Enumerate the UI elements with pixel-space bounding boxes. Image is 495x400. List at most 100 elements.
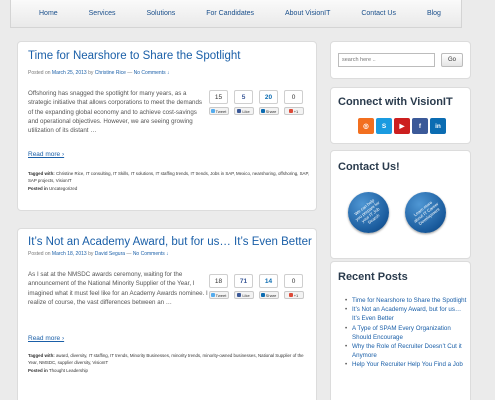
nav-home[interactable]: Home [39,10,58,17]
recent-post-link[interactable]: Why the Role of Recruiter Doesn’t Cut it… [345,342,467,360]
post-excerpt: As I sat at the NMSDC awards ceremony, w… [28,271,208,306]
share-buttons: 18 Tweet 71 Like 14 Share 0 +1 [208,274,304,299]
career-development-badge[interactable]: Learn more about IT Career Development [405,192,446,233]
connect-widget: Connect with VisionIT ◎ S ▶ f in [330,87,471,144]
nav-solutions[interactable]: Solutions [146,10,175,17]
like-widget: 5 Like [233,90,254,115]
meta-dash: — [127,70,133,76]
rss-icon[interactable]: ◎ [358,118,374,134]
recent-post-link[interactable]: Time for Nearshore to Share the Spotligh… [345,296,467,305]
nav-contact[interactable]: Contact Us [361,10,396,17]
tweet-count: 18 [209,274,228,288]
google-plus-button[interactable]: +1 [283,107,304,115]
connect-title: Connect with VisionIT [338,96,453,108]
career-development-badge-text: Learn more about IT Career Development [412,199,441,227]
contact-title: Contact Us! [338,161,400,173]
tags-label: Tagged with: [28,171,55,176]
nav-about[interactable]: About VisionIT [285,10,330,17]
linkedin-icon [260,293,265,297]
blog-post: It’s Not an Academy Award, but for us… I… [17,228,317,400]
google-plus-label: +1 [293,108,299,114]
read-more-link[interactable]: Read more › [28,151,64,158]
meta-dash: — [126,251,132,257]
read-more-link[interactable]: Read more › [28,335,64,342]
post-tags: Tagged with: Christine Rice, IT consulti… [28,170,313,192]
recent-post-link[interactable]: A Type of SPAM Every Organization Should… [345,324,467,342]
tags-list[interactable]: award, diversity, IT staffing, IT trends… [28,353,304,365]
posted-on-label: Posted on [28,251,51,257]
like-label: Like [242,108,250,114]
post-meta: Posted on March 25, 2013 by Christine Ri… [28,70,169,76]
like-button[interactable]: Like [233,107,254,115]
recent-post-link[interactable]: Help Your Recruiter Help You Find a Job [345,360,467,369]
search-go-button[interactable]: Go [441,53,463,67]
google-plus-button[interactable]: +1 [283,291,304,299]
google-plus-label: +1 [293,292,299,298]
posted-in-label: Posted in [28,185,48,191]
post-date[interactable]: March 18, 2013 [52,251,87,257]
linkedin-share-label: Share [265,108,277,114]
recent-posts-list: Time for Nearshore to Share the Spotligh… [345,296,467,370]
tweet-widget: 18 Tweet [208,274,229,299]
google-plus-count: 0 [284,274,303,288]
post-author[interactable]: Christine Rice [95,70,126,76]
post-date[interactable]: March 25, 2013 [52,70,87,76]
tweet-count: 15 [209,90,228,104]
linkedin-share-count: 20 [259,90,278,104]
google-plus-widget: 0 +1 [283,90,304,115]
post-author[interactable]: David Segura [95,251,125,257]
main-nav: Home Services Solutions For Candidates A… [10,0,462,28]
google-plus-icon [288,109,293,113]
linkedin-share-button[interactable]: Share [258,107,279,115]
twitter-icon [210,293,215,297]
search-input[interactable] [338,53,435,67]
search-widget: Go [330,41,471,79]
facebook-icon[interactable]: f [412,118,428,134]
comments-link[interactable]: No Comments ↓ [134,70,170,76]
skype-icon[interactable]: S [376,118,392,134]
nav-for-candidates[interactable]: For Candidates [206,10,254,17]
like-widget: 71 Like [233,274,254,299]
by-label: by [88,70,94,76]
linkedin-share-label: Share [265,292,277,298]
google-plus-widget: 0 +1 [283,274,304,299]
post-category[interactable]: Thought Leadership [49,368,88,373]
job-search-badge[interactable]: We can help you prepare for your IT Job … [348,192,389,233]
youtube-icon[interactable]: ▶ [394,118,410,134]
linkedin-share-button[interactable]: Share [258,291,279,299]
linkedin-icon[interactable]: in [430,118,446,134]
post-excerpt: Offshoring has snagged the spotlight for… [28,90,203,135]
post-title[interactable]: Time for Nearshore to Share the Spotligh… [28,50,240,62]
contact-widget: Contact Us! We can help you prepare for … [330,150,471,259]
nav-services[interactable]: Services [89,10,116,17]
linkedin-share-widget: 20 Share [258,90,279,115]
posted-on-label: Posted on [28,70,51,76]
post-title[interactable]: It’s Not an Academy Award, but for us… I… [28,236,312,248]
like-button[interactable]: Like [233,291,254,299]
twitter-icon [210,109,215,113]
like-label: Like [242,292,250,298]
tags-label: Tagged with: [28,353,55,358]
post-meta: Posted on March 18, 2013 by David Segura… [28,251,169,257]
posted-in: Posted in Thought Leadership [28,367,313,374]
linkedin-share-widget: 14 Share [258,274,279,299]
job-search-badge-text: We can help you prepare for your IT Job … [352,197,381,225]
tweet-button[interactable]: Tweet [208,291,229,299]
tags-list[interactable]: Christine Rice, IT consulting, IT Skills… [28,171,309,183]
google-plus-count: 0 [284,90,303,104]
posted-in: Posted in Uncategorized [28,185,313,192]
posted-in-label: Posted in [28,367,48,373]
recent-post-link[interactable]: It’s Not an Academy Award, but for us… I… [345,305,467,323]
share-buttons: 15 Tweet 5 Like 20 Share 0 +1 [208,90,304,115]
comments-link[interactable]: No Comments ↓ [133,251,169,257]
blog-post: Time for Nearshore to Share the Spotligh… [17,41,317,211]
tweet-widget: 15 Tweet [208,90,229,115]
linkedin-icon [260,109,265,113]
nav-blog[interactable]: Blog [427,10,441,17]
post-category[interactable]: Uncategorized [49,186,77,191]
facebook-icon [237,109,242,113]
google-plus-icon [288,293,293,297]
tweet-button[interactable]: Tweet [208,107,229,115]
by-label: by [88,251,94,257]
recent-posts-widget: Recent Posts Time for Nearshore to Share… [330,261,471,400]
